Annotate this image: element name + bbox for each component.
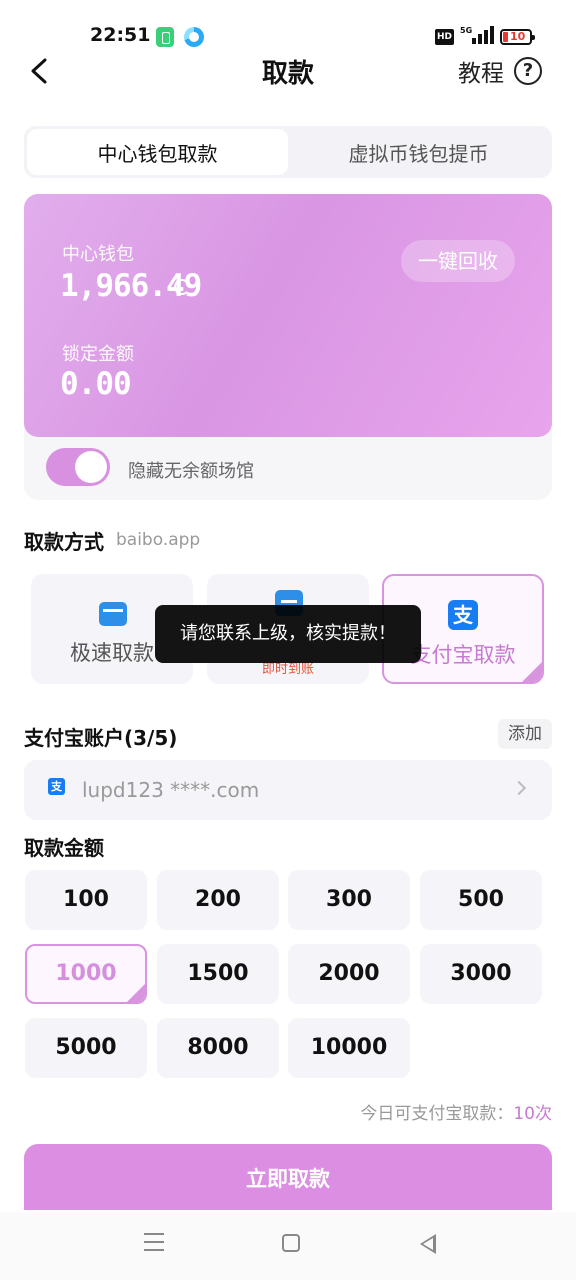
locked-amount-value: 0.00 (60, 366, 132, 402)
tab-center-wallet[interactable]: 中心钱包取款 (27, 129, 288, 175)
hide-empty-label: 隐藏无余额场馆 (128, 461, 254, 482)
header: 取款 教程 ? (0, 48, 576, 96)
hide-empty-toggle[interactable] (46, 448, 110, 486)
method-section-subtitle: baibo.app (116, 530, 201, 550)
notification-browser-icon (184, 27, 204, 47)
home-icon[interactable] (282, 1234, 300, 1252)
tab-crypto-wallet[interactable]: 虚拟币钱包提币 (288, 129, 549, 175)
network-label: 5G (460, 26, 473, 35)
wallet-panel: 中心钱包 1,966.49 一键回收 锁定金额 0.00 隐藏无余额场馆 (24, 194, 552, 500)
wallet-tabs: 中心钱包取款 虚拟币钱包提币 (24, 126, 552, 178)
daily-limit-text: 今日可支付宝取款：10次 (360, 1099, 552, 1124)
amount-section-title: 取款金额 (24, 836, 104, 860)
amount-option[interactable]: 2000 (288, 944, 410, 1004)
amount-option[interactable]: 1500 (157, 944, 279, 1004)
add-account-button[interactable]: 添加 (498, 719, 552, 749)
center-wallet-label: 中心钱包 (62, 244, 134, 265)
notification-app-icon (156, 27, 174, 47)
account-value: lupd123 ****.com (82, 778, 260, 802)
recall-all-button[interactable]: 一键回收 (401, 240, 515, 282)
signal-icon: 5G (460, 26, 494, 46)
amount-option[interactable]: 500 (420, 870, 542, 930)
chevron-right-icon (511, 780, 527, 796)
amount-option[interactable]: 3000 (420, 944, 542, 1004)
system-nav-bar (0, 1212, 576, 1280)
amount-option[interactable]: 100 (25, 870, 147, 930)
withdraw-submit-button[interactable]: 立即取款 (24, 1144, 552, 1210)
alipay-icon: 支 (448, 600, 478, 630)
amount-option[interactable]: 300 (288, 870, 410, 930)
amount-option-selected[interactable]: 1000 (25, 944, 147, 1004)
toast-message: 请您联系上级，核实提款！ (155, 605, 421, 663)
fast-withdraw-icon (99, 602, 127, 626)
method-section-title: 取款方式 (24, 530, 104, 554)
tutorial-button[interactable]: 教程 ? (458, 54, 542, 88)
battery-icon: 10 (500, 29, 535, 45)
amount-option[interactable]: 5000 (25, 1018, 147, 1078)
daily-limit-count: 10次 (513, 1104, 552, 1124)
battery-level: 10 (510, 30, 526, 43)
account-section-title: 支付宝账户(3/5) (24, 726, 178, 750)
menu-icon[interactable] (144, 1233, 164, 1251)
locked-amount-label: 锁定金额 (62, 344, 134, 365)
wallet-card: 中心钱包 1,966.49 一键回收 锁定金额 0.00 (24, 194, 552, 437)
refresh-icon[interactable] (174, 279, 190, 295)
amount-option[interactable]: 200 (157, 870, 279, 930)
back-triangle-icon[interactable] (420, 1234, 436, 1254)
amount-option[interactable]: 10000 (288, 1018, 410, 1078)
account-selector[interactable]: 支 lupd123 ****.com (24, 760, 552, 820)
daily-limit-prefix: 今日可支付宝取款： (360, 1104, 514, 1124)
hd-indicator: HD (435, 29, 454, 45)
help-icon: ? (514, 57, 542, 85)
status-bar: 22:51 HD 5G 10 (0, 0, 576, 48)
alipay-small-icon: 支 (48, 778, 65, 795)
status-time: 22:51 (90, 24, 151, 46)
tutorial-label: 教程 (458, 61, 504, 87)
amount-option[interactable]: 8000 (157, 1018, 279, 1078)
